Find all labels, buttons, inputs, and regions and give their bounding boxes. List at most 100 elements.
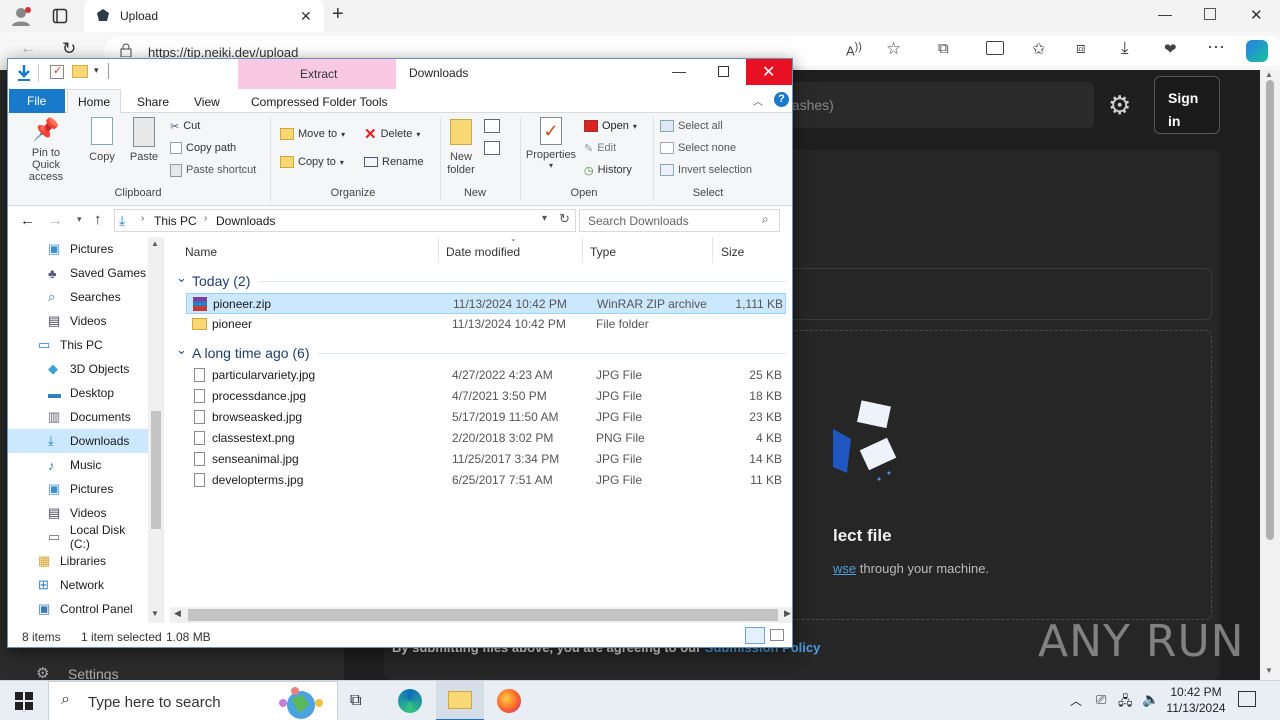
history-button[interactable]: ◷ History [584,161,632,179]
nav-item-saved-games[interactable]: ♣ Saved Games [8,261,148,285]
nav-scrollbar-thumb[interactable] [151,411,161,529]
new-folder-quick-icon[interactable] [72,65,88,78]
notifications-icon[interactable] [1238,691,1256,707]
maximize-icon[interactable] [718,66,729,77]
address-refresh-icon[interactable]: ↻ [559,211,570,227]
favorites-icon[interactable]: ✩ [1032,39,1045,59]
clock[interactable]: 10:42 PM 11/13/2024 [1164,684,1228,718]
nav-item-videos[interactable]: ▤ Videos [8,501,148,525]
tab-share[interactable]: Share [137,95,169,109]
copilot-icon[interactable] [1246,40,1268,62]
horizontal-scrollbar-thumb[interactable] [188,609,778,621]
copy-button[interactable]: Copy [86,117,118,177]
file-row[interactable]: classestext.png 2/20/2018 3:02 PM PNG File… [186,428,786,449]
sign-in-button[interactable]: Sign in [1154,76,1220,134]
group-header[interactable]: ⌄ A long time ago (6) [170,341,786,365]
invert-selection-button[interactable]: Invert selection [660,161,752,179]
column-size[interactable]: Size [721,245,744,259]
nav-item-3d-objects[interactable]: ◆ 3D Objects [8,357,148,381]
profile-icon[interactable] [10,6,32,26]
recent-locations-icon[interactable]: ▾ [77,214,82,225]
breadcrumb-this-pc[interactable]: This PC [154,214,197,228]
nav-item-desktop[interactable]: ▬ Desktop [8,381,148,405]
open-button[interactable]: Open ▾ [584,117,637,135]
help-icon[interactable]: ? [774,92,789,107]
hash-search-input[interactable]: hashes) [744,82,1094,128]
extensions-icon[interactable]: ⧉ [938,40,949,57]
customize-toolbar-icon[interactable]: ▾ [94,65,99,76]
performance-icon[interactable]: ❤ [1164,40,1177,58]
refresh-icon[interactable]: ↻ [62,39,76,59]
start-button[interactable] [15,692,33,710]
new-item-icon[interactable] [484,119,500,133]
minimize-icon[interactable]: — [672,63,686,79]
page-scrollbar-thumb[interactable] [1266,80,1274,540]
back-icon[interactable]: ← [20,40,36,58]
network-status-icon[interactable]: 🖧 [1118,692,1133,714]
breadcrumb-downloads[interactable]: Downloads [216,214,275,228]
column-type[interactable]: Type [590,245,616,259]
breadcrumb[interactable]: ⤓ › This PC › Downloads ▾ ↻ [114,209,576,232]
volume-icon[interactable]: 🔈 [1142,691,1159,708]
column-name[interactable]: Name [185,245,217,259]
address-dropdown-icon[interactable]: ▾ [542,213,547,224]
new-tab-icon[interactable]: + [332,3,344,26]
task-view-icon[interactable]: ⧉ [350,692,361,710]
explorer-title-bar[interactable]: ✓ ▾ Extract Downloads — ✕ [8,59,792,89]
edit-button[interactable]: ✎ Edit [584,139,616,157]
favorite-star-icon[interactable]: ☆ [886,39,901,59]
copy-to-button[interactable]: Copy to ▾ [280,153,344,171]
details-view-icon[interactable] [745,627,765,644]
select-all-button[interactable]: Select all [660,117,723,135]
file-row[interactable]: developterms.jpg 6/25/2017 7:51 AM JPG Fil… [186,470,786,491]
collapse-ribbon-icon[interactable]: ︿ [753,93,763,108]
show-hidden-icons-icon[interactable]: ︿ [1070,692,1082,709]
nav-forward-icon[interactable]: → [48,212,63,229]
delete-button[interactable]: ✕ Delete ▾ [364,125,420,143]
file-row[interactable]: browseasked.jpg 5/17/2019 11:50 AM JPG Fil… [186,407,786,428]
large-icons-view-icon[interactable] [770,629,784,641]
paste-shortcut-button[interactable]: Paste shortcut [170,161,256,179]
nav-item-pictures[interactable]: ▣ Pictures [8,477,148,501]
explorer-taskbar-button[interactable] [436,681,484,720]
properties-quick-icon[interactable]: ✓ [50,65,64,79]
nav-item-libraries[interactable]: ▦ Libraries [8,549,148,573]
close-button[interactable]: ✕ [746,59,792,85]
properties-button[interactable]: ✓ Properties ▾ [524,117,578,185]
nav-item-documents[interactable]: ▥ Documents [8,405,148,429]
move-to-button[interactable]: Move to ▾ [280,125,345,143]
nav-item-searches[interactable]: ⌕ Searches [8,285,148,309]
nav-item-network[interactable]: ⊞ Network [8,573,148,597]
read-aloud-icon[interactable]: A)) [846,41,862,58]
taskbar-search-box[interactable]: ⌕ Type here to search [48,681,338,720]
browser-tab-active[interactable]: Upload ✕ [84,0,324,32]
file-row[interactable]: pioneer 11/13/2024 10:42 PM File folder [186,314,786,335]
quick-access-download-icon[interactable] [16,64,32,82]
nav-back-icon[interactable]: ← [20,212,35,229]
nav-item-this-pc[interactable]: ▭ This PC [8,333,148,357]
file-row[interactable]: pioneer.zip 11/13/2024 10:42 PM WinRAR ZIP… [186,293,786,314]
tab-view[interactable]: View [194,95,220,109]
nav-item-control-panel[interactable]: ▣ Control Panel [8,597,148,621]
paste-button[interactable]: Paste [128,117,160,177]
nav-up-icon[interactable]: ↑ [94,211,102,228]
nav-item-pictures[interactable]: ▣ Pictures [8,237,148,261]
lock-icon[interactable] [120,43,132,58]
pin-quick-access-button[interactable]: 📌 Pin to Quick access [14,117,78,187]
page-scrollbar[interactable]: ▲ ▼ [1260,70,1280,680]
select-none-button[interactable]: Select none [660,139,736,157]
collapse-group-icon[interactable]: ⌄ [176,270,192,286]
downloads-icon[interactable]: ⤓ [1121,38,1129,58]
horizontal-scrollbar[interactable]: ◀ ▶ [170,607,792,623]
browse-link[interactable]: wse [833,561,856,576]
tab-compressed-folder-tools[interactable]: Compressed Folder Tools [251,95,388,109]
file-row[interactable]: processdance.jpg 4/7/2021 3:50 PM JPG File… [186,386,786,407]
tab-file[interactable]: File [9,89,65,113]
copy-path-button[interactable]: Copy path [170,139,236,157]
firefox-taskbar-icon[interactable] [497,689,521,713]
rename-button[interactable]: Rename [364,153,424,171]
nav-item-music[interactable]: ♪ Music [8,453,148,477]
tab-home[interactable]: Home [67,89,121,114]
more-menu-icon[interactable]: ⋯ [1207,37,1225,58]
collapse-group-icon[interactable]: ⌄ [176,342,192,358]
